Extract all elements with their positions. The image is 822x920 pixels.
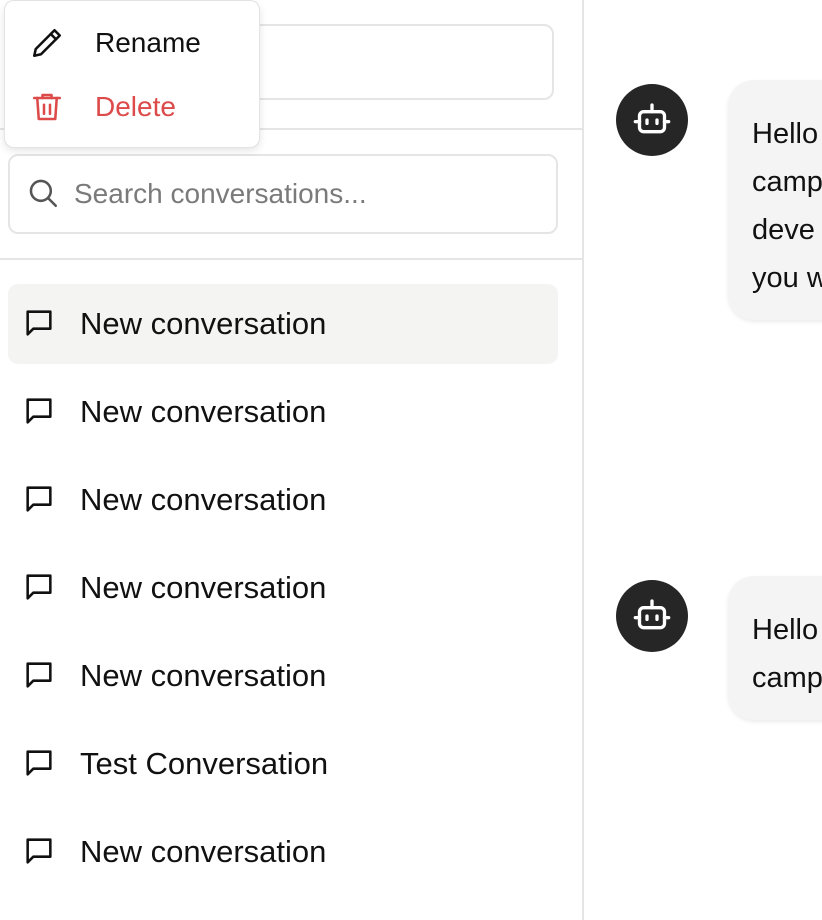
conversation-title: New conversation — [80, 658, 327, 693]
assistant-avatar — [616, 84, 688, 156]
conversation-title: New conversation — [80, 570, 327, 605]
delete-label: Delete — [95, 91, 176, 122]
message-text-line: camp — [752, 662, 822, 694]
conversation-item[interactable]: New conversation — [8, 460, 558, 540]
conversation-title: New conversation — [80, 482, 327, 517]
message-square-icon — [26, 750, 52, 776]
rename-label: Rename — [95, 27, 201, 58]
bot-icon — [633, 599, 671, 630]
trash-icon — [32, 93, 62, 121]
conversation-title: New conversation — [80, 306, 327, 341]
message-square-icon — [26, 398, 52, 424]
conversation-title: New conversation — [80, 834, 327, 869]
message-text-line: Hello — [752, 614, 819, 646]
message-text-line: you w — [752, 262, 822, 294]
conversation-list: New conversation New conversation New co… — [8, 284, 558, 900]
message-square-icon — [26, 662, 52, 688]
search-input[interactable] — [74, 168, 544, 220]
conversation-title: New conversation — [80, 394, 327, 429]
conversation-item[interactable]: New conversation — [8, 812, 558, 892]
assistant-avatar — [616, 580, 688, 652]
delete-menu-item[interactable]: Delete — [5, 77, 259, 137]
conversation-item[interactable]: New conversation — [8, 548, 558, 628]
assistant-message-bubble: Hello camp deve you w — [728, 80, 822, 320]
sidebar-divider-search — [0, 258, 582, 260]
app-root: New conversation New conversation New co… — [0, 0, 822, 920]
conversation-item[interactable]: New conversation — [8, 636, 558, 716]
conversation-context-menu: Rename Delete — [4, 0, 260, 148]
conversation-title: Test Conversation — [80, 746, 329, 781]
search-icon — [29, 179, 58, 208]
message-square-icon — [26, 310, 52, 336]
message-square-icon — [26, 486, 52, 512]
message-text-line: camp — [752, 166, 822, 198]
search-box[interactable] — [8, 154, 558, 234]
conversation-item[interactable]: New conversation — [8, 372, 558, 452]
message-text-line: Hello — [752, 118, 819, 150]
message-text-line: deve — [752, 214, 815, 246]
assistant-message-bubble: Hello camp — [728, 576, 822, 720]
bot-icon — [633, 103, 671, 134]
rename-menu-item[interactable]: Rename — [5, 13, 259, 73]
conversation-item[interactable]: New conversation — [8, 284, 558, 364]
message-square-icon — [26, 574, 52, 600]
chat-area: Hello camp deve you w Hello camp — [584, 0, 822, 920]
pencil-icon — [32, 28, 62, 58]
conversation-item[interactable]: Test Conversation — [8, 724, 558, 804]
message-square-icon — [26, 838, 52, 864]
